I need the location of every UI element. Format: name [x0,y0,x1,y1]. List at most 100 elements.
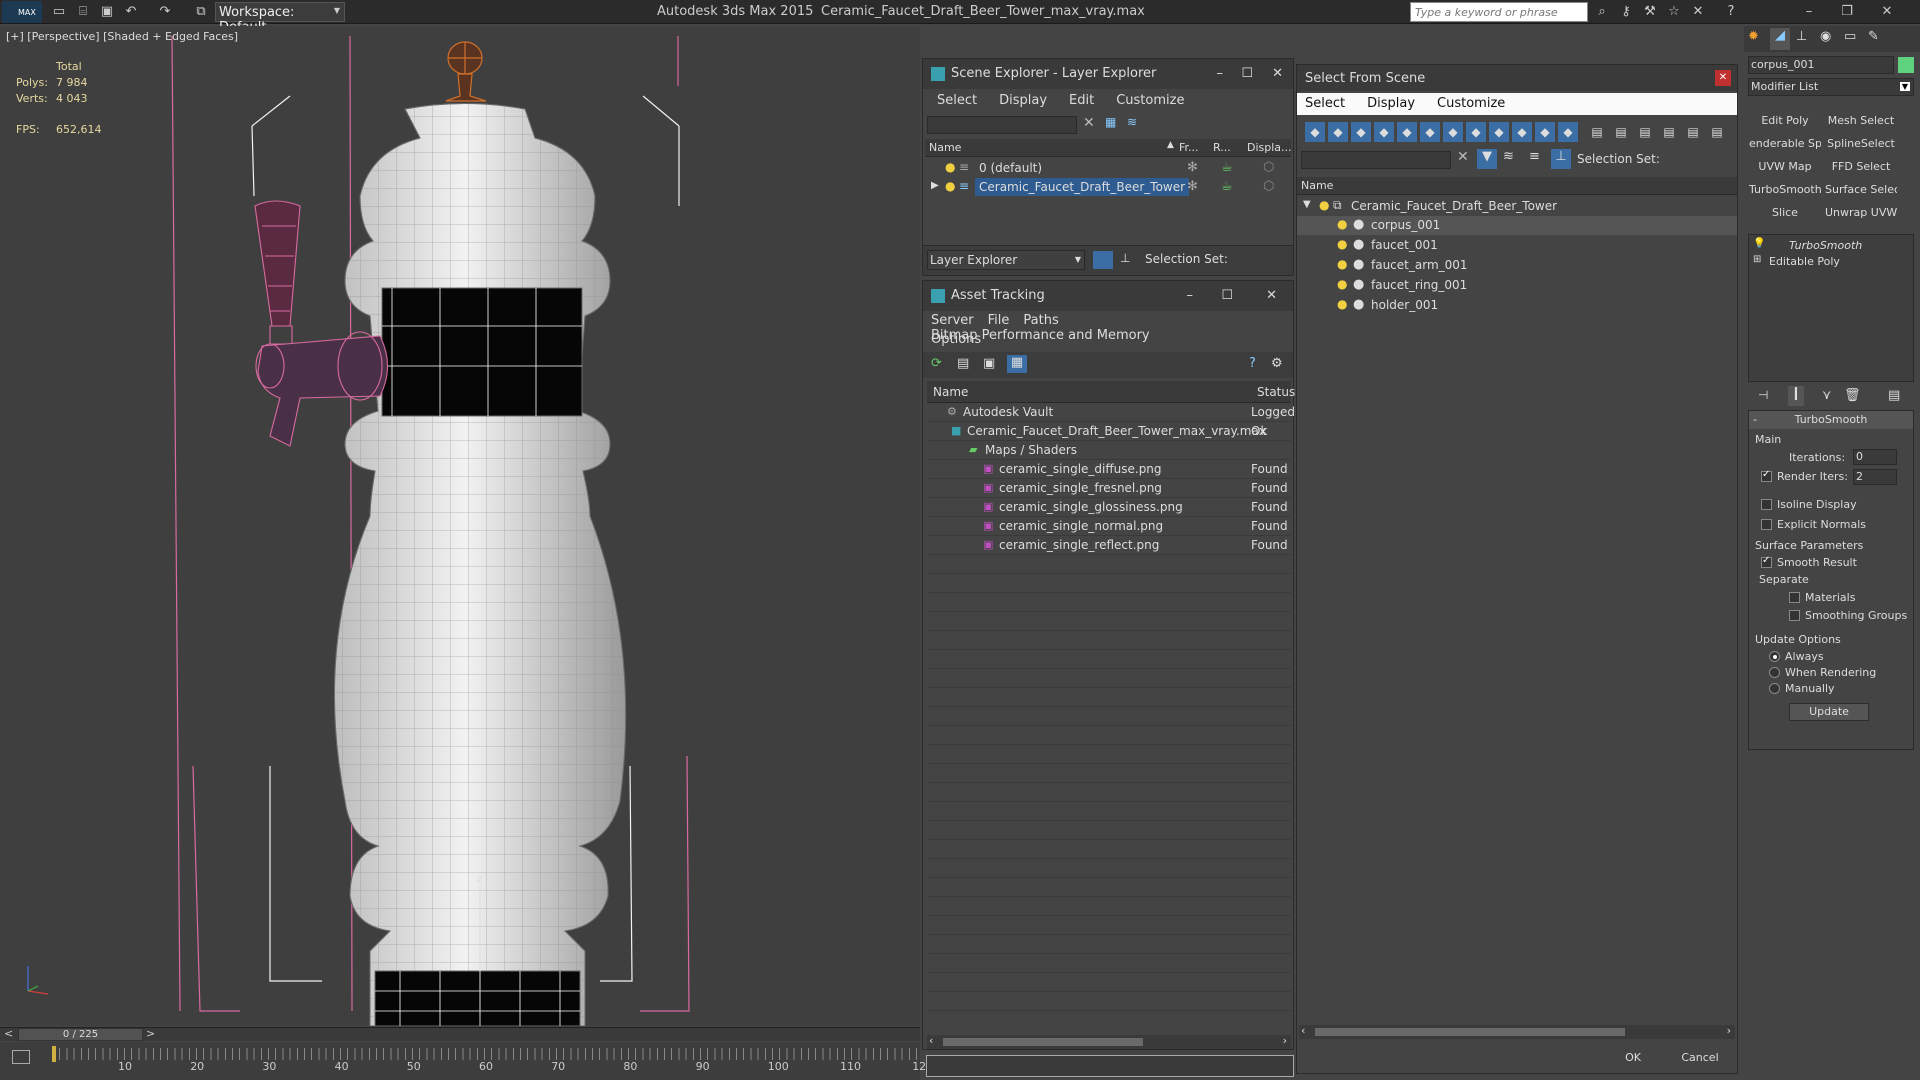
modifier-set-button[interactable]: FFD Select [1824,156,1898,176]
smooth-result-checkbox[interactable] [1761,555,1772,568]
lights-filter-icon[interactable]: ◆ [1351,122,1371,142]
hidden-filter-icon[interactable]: ◆ [1558,122,1578,142]
select-none-icon[interactable]: ▤ [1611,122,1631,142]
scene-explorer-titlebar[interactable]: Scene Explorer - Layer Explorer – ☐ ✕ [923,59,1293,89]
geometry-filter-icon[interactable]: ◆ [1305,122,1325,142]
star-icon[interactable]: ☆ [1665,3,1683,21]
menu-customize[interactable]: Customize [1116,93,1184,108]
cancel-button[interactable]: Cancel [1669,1047,1731,1069]
help-icon[interactable]: ? [1249,356,1256,371]
new-file-icon[interactable]: ▭ [50,3,68,21]
bulb-icon[interactable]: ● [1337,217,1347,231]
scroll-left-icon[interactable]: ‹ [929,1034,933,1047]
scroll-right-icon[interactable]: › [1727,1024,1731,1037]
menu-select[interactable]: Select [1305,96,1345,111]
render-icon[interactable]: ☕ [1221,160,1233,175]
hierarchy-tab-icon[interactable]: ⊥ [1796,29,1807,44]
motion-tab-icon[interactable]: ◉ [1820,29,1831,44]
menu-server[interactable]: Server [931,313,974,328]
iterations-spinner[interactable]: 0 [1853,449,1897,465]
create-tab-icon[interactable]: ✹ [1748,29,1759,44]
scroll-thumb[interactable] [1315,1028,1625,1036]
asset-row[interactable]: ▣ ceramic_single_diffuse.png Found [927,460,1291,479]
render-iters-spinner[interactable]: 2 [1853,469,1897,485]
bulb-icon[interactable]: ● [1337,237,1347,251]
spacewarps-filter-icon[interactable]: ◆ [1420,122,1440,142]
when-rendering-radio[interactable] [1769,667,1780,678]
track-bar[interactable]: 10 20 30 40 50 60 70 80 90 100 110 12 [0,1042,926,1080]
scene-filter-input[interactable] [927,116,1077,134]
modifier-set-button[interactable]: Unwrap UVW [1824,202,1898,222]
time-slider[interactable]: < 0 / 225 > [0,1027,920,1041]
layer-icon[interactable]: ≋ [1127,115,1137,129]
rollout-header[interactable]: - TurboSmooth [1749,411,1913,429]
asset-tracking-titlebar[interactable]: Asset Tracking – ☐ ✕ [923,281,1293,311]
minimize-icon[interactable]: – [1800,3,1818,21]
containers-filter-icon[interactable]: ◆ [1512,122,1532,142]
manually-radio[interactable] [1769,683,1780,694]
clear-filter-icon[interactable]: ✕ [1457,149,1469,165]
asset-row[interactable]: ⚙ Autodesk Vault Logged [927,403,1295,422]
hierarchy-icon[interactable]: ⊥ [1551,149,1571,169]
smoothing-groups-checkbox[interactable] [1789,610,1800,621]
time-slider-thumb[interactable]: 0 / 225 [18,1028,143,1041]
maximize-icon[interactable]: ❐ [1838,3,1856,21]
col-freeze[interactable]: Fr... [1179,141,1199,154]
modify-tab-icon[interactable]: ◢ [1770,28,1790,50]
bulb-icon[interactable]: ● [1337,277,1347,291]
sfs-titlebar[interactable]: Select From Scene ✕ [1297,65,1737,91]
minimize-icon[interactable]: – [1187,281,1194,311]
freeze-icon[interactable]: ✻ [1187,160,1198,175]
app-logo[interactable]: MAX [2,1,42,23]
refresh-icon[interactable]: ⟳ [931,356,942,371]
binoculars-icon[interactable]: ⌕ [1593,3,1611,21]
bulb-icon[interactable]: ● [945,179,955,193]
key-filter-icon[interactable] [12,1050,30,1064]
undo-icon[interactable]: ↶ [122,3,140,21]
layer-row[interactable]: ● ≡ 0 (default) ✻ ☕ ⬡ [925,159,1291,178]
ok-button[interactable]: OK [1605,1047,1661,1069]
modifier-set-button[interactable]: UVW Map [1748,156,1822,176]
col-name[interactable]: Name [929,141,961,154]
sfs-object-row[interactable]: ● ● faucet_arm_001 [1297,256,1737,275]
col-display[interactable]: Displa... [1247,141,1292,154]
next-frame-button[interactable]: > [146,1027,155,1040]
col-render[interactable]: R... [1213,141,1231,154]
explorer-mode-dropdown[interactable]: Layer Explorer ▼ [927,250,1085,270]
layers-icon[interactable]: ≡ [1529,149,1540,164]
minimize-icon[interactable]: – [1217,59,1224,89]
col-asset-name[interactable]: Name [933,385,968,399]
menu-edit[interactable]: Edit [1069,93,1094,108]
bulb-icon[interactable]: ● [1337,257,1347,271]
bulb-icon[interactable]: ● [1337,297,1347,311]
maximize-icon[interactable]: ☐ [1241,59,1253,89]
stack-item-editable-poly[interactable]: Editable Poly [1769,255,1840,268]
utilities-tab-icon[interactable]: ✎ [1868,29,1879,44]
display-icon[interactable]: ⬡ [1263,179,1274,194]
sfs-hscrollbar[interactable]: ‹ › [1299,1024,1735,1039]
freeze-icon[interactable]: ✻ [1187,179,1198,194]
menu-select[interactable]: Select [937,93,977,108]
modifier-list-dropdown[interactable]: Modifier List ▼ [1748,78,1914,96]
maximize-icon[interactable]: ☐ [1221,281,1233,311]
render-iters-checkbox[interactable] [1761,469,1772,482]
asset-row[interactable]: ■ Ceramic_Faucet_Draft_Beer_Tower_max_vra… [927,422,1291,441]
isoline-checkbox[interactable] [1761,499,1772,510]
help-icon[interactable]: ? [1722,3,1740,21]
cameras-filter-icon[interactable]: ◆ [1374,122,1394,142]
collapse-icon[interactable]: ▤ [1707,122,1727,142]
helpers-filter-icon[interactable]: ◆ [1397,122,1417,142]
close-icon[interactable]: ✕ [1878,3,1896,21]
asset-hscrollbar[interactable]: ‹ › [927,1034,1291,1049]
sfs-object-row[interactable]: ● ● faucet_ring_001 [1297,276,1737,295]
render-icon[interactable]: ☕ [1221,179,1233,194]
clear-filter-icon[interactable]: ✕ [1083,115,1095,131]
modifier-set-button[interactable]: Surface Select [1824,179,1898,199]
layer-explorer-icon[interactable] [1093,251,1113,269]
hierarchy-icon[interactable]: ⊥ [1120,251,1130,265]
modifier-set-button[interactable]: Slice [1748,202,1822,222]
col-asset-status[interactable]: Status [1257,385,1295,399]
asset-row[interactable]: ▣ ceramic_single_normal.png Found [927,517,1291,536]
collapse-icon[interactable]: ▼ [1303,199,1311,210]
scroll-thumb[interactable] [943,1038,1143,1046]
